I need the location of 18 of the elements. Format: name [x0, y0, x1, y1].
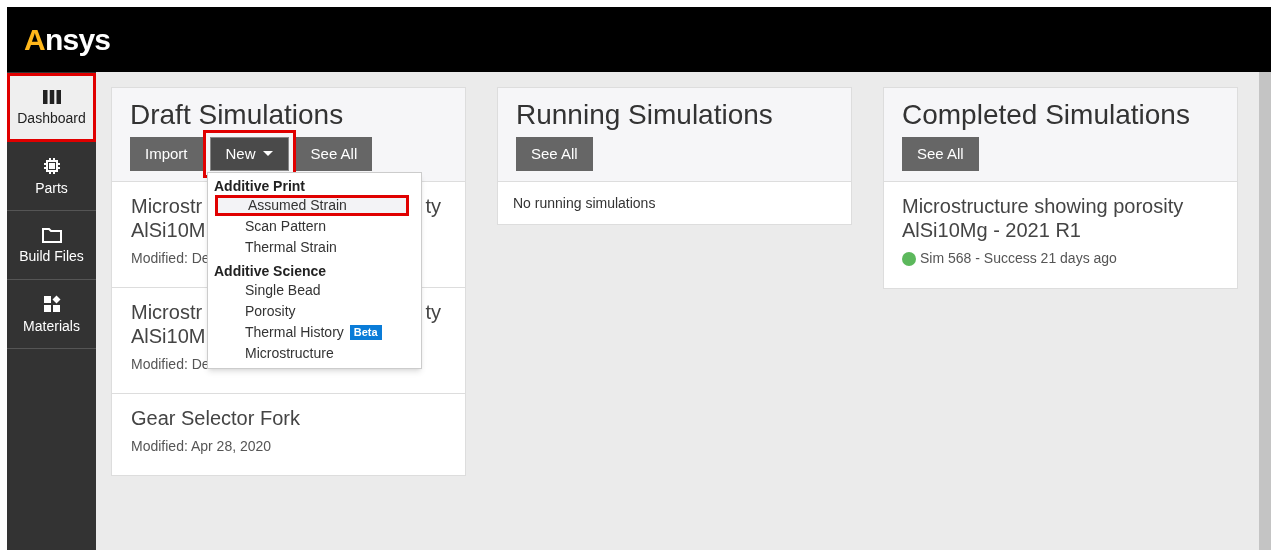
item-title: Microstr [131, 194, 203, 218]
item-title: ty [425, 194, 441, 218]
panel-title: Draft Simulations [130, 98, 345, 132]
item-title: Microstr [131, 300, 203, 324]
menu-heading: Additive Print [213, 177, 306, 195]
item-title: AlSi10M [131, 324, 206, 348]
status-text: Sim 568 - Success 21 days ago [920, 249, 1117, 268]
item-title: Microstructure showing porosity AlSi10Mg - 2021 R1 [902, 194, 1185, 242]
panel-title: Completed Simulations [902, 98, 1191, 132]
empty-message: No running simulations [513, 193, 656, 213]
item-title: Gear Selector Fork [131, 406, 301, 430]
item-title: ty [425, 300, 441, 324]
panel-title: Running Simulations [516, 98, 774, 132]
beta-badge: Beta [349, 325, 382, 340]
item-title: AlSi10M [131, 218, 206, 242]
menu-heading: Additive Science [213, 262, 328, 280]
modified-date: Modified: Apr 28, 2020 [131, 437, 273, 456]
logo: Ansys [24, 22, 111, 58]
